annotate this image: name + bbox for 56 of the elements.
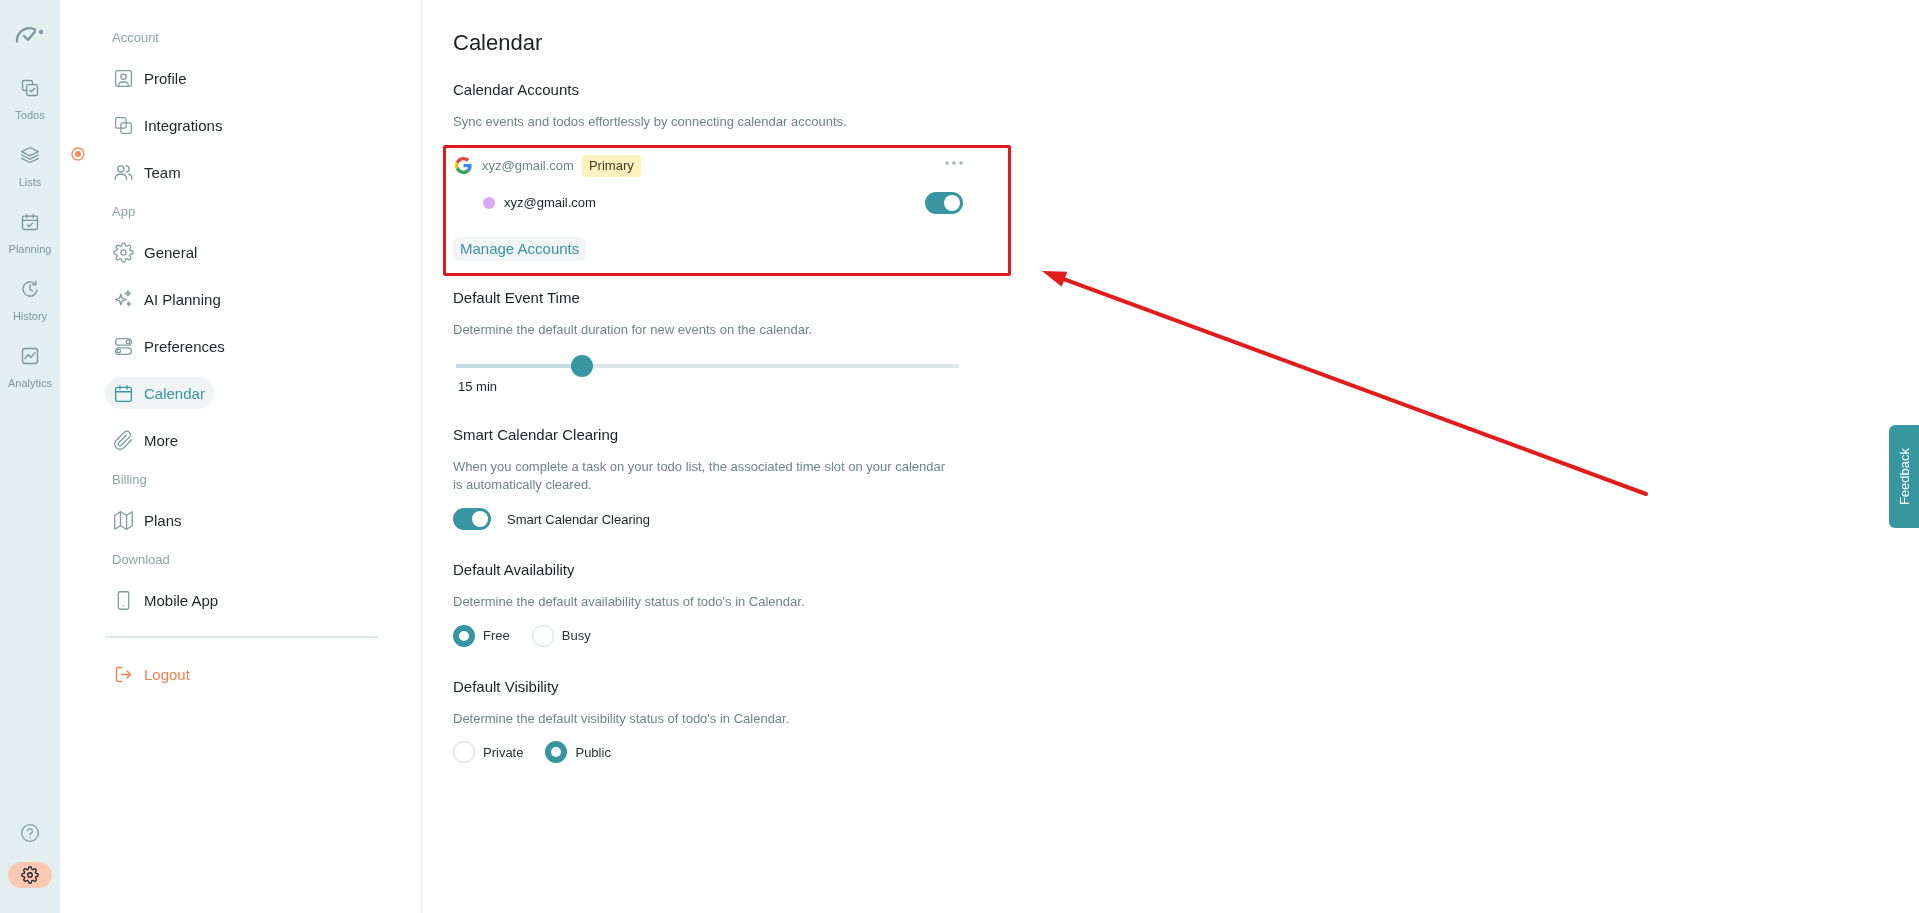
- map-icon: [113, 509, 134, 531]
- calendar-name: xyz@gmail.com: [504, 195, 596, 210]
- radio-button[interactable]: [453, 624, 475, 647]
- radio-label: Free: [483, 628, 510, 643]
- section-description: Determine the default visibility status of todo's in Calendar.: [453, 709, 791, 727]
- slider-value: 15 min: [458, 379, 499, 395]
- calendar-check-icon: [20, 212, 40, 232]
- toggle-switch[interactable]: [925, 191, 963, 214]
- sidebar-item[interactable]: Preferences: [105, 330, 234, 362]
- more-icon[interactable]: [945, 160, 963, 165]
- history-clock-icon: [20, 279, 40, 299]
- section-description: Sync events and todos effortlessly by connecting calendar accounts.: [453, 113, 848, 131]
- sidebar-item[interactable]: More: [105, 424, 188, 456]
- paperclip-icon: [113, 429, 134, 451]
- settings-button[interactable]: [8, 862, 52, 888]
- section-description: Determine the default duration for new events on the calendar.: [453, 320, 814, 338]
- radio-label: Public: [575, 744, 611, 760]
- checkbox-stack-icon: [20, 78, 40, 98]
- section-heading: Default Availability: [453, 560, 576, 580]
- overlapping-squares-icon: [113, 114, 134, 136]
- sidebar-section-heading: Download: [111, 551, 170, 569]
- settings-icon: [21, 866, 39, 884]
- section-description: Determine the default availability status of todo's in Calendar.: [453, 593, 806, 611]
- line-chart-icon: [20, 346, 40, 366]
- account-badge: Primary: [581, 154, 641, 177]
- g-logo-icon: [455, 157, 472, 174]
- radio-label: Busy: [561, 628, 591, 643]
- section-heading: Smart Calendar Clearing: [453, 425, 620, 445]
- sidebar-item[interactable]: AI Planning: [105, 283, 230, 315]
- sidebar-item[interactable]: Team: [105, 156, 190, 188]
- gauge-logo-icon: [15, 25, 45, 43]
- calendar-icon: [113, 382, 134, 404]
- sidebar-section-heading: App: [111, 203, 136, 221]
- account-email: xyz@gmail.com: [482, 158, 574, 173]
- sidebar-section-heading: Account: [111, 29, 159, 47]
- sidebar-section-heading: Billing: [111, 471, 147, 489]
- toggle-label: Smart Calendar Clearing: [507, 511, 651, 527]
- section-heading: Default Visibility: [453, 676, 560, 697]
- toggles-icon: [113, 335, 134, 357]
- sidebar-item[interactable]: Integrations: [105, 109, 232, 141]
- section-heading: Default Event Time: [453, 287, 581, 308]
- sidebar-item[interactable]: Profile: [105, 62, 196, 94]
- help-button[interactable]: [20, 823, 40, 843]
- sidebar-item[interactable]: Mobile App: [105, 584, 228, 616]
- layers-icon: [20, 145, 40, 165]
- section-heading: Calendar Accounts: [453, 80, 580, 100]
- help-icon: [20, 823, 40, 843]
- page-title: Calendar: [453, 29, 544, 57]
- sidebar-item[interactable]: Plans: [105, 504, 191, 536]
- sidebar-item[interactable]: General: [105, 236, 207, 268]
- section-description: When you complete a task on your todo list, the associated time slot on your calendar is automatically cleared.: [453, 458, 947, 493]
- settings-icon: [113, 241, 134, 263]
- radio-button[interactable]: [545, 741, 568, 763]
- radio-label: Private: [483, 744, 524, 760]
- user-portrait-icon: [113, 67, 134, 89]
- toggle-switch[interactable]: [453, 508, 491, 530]
